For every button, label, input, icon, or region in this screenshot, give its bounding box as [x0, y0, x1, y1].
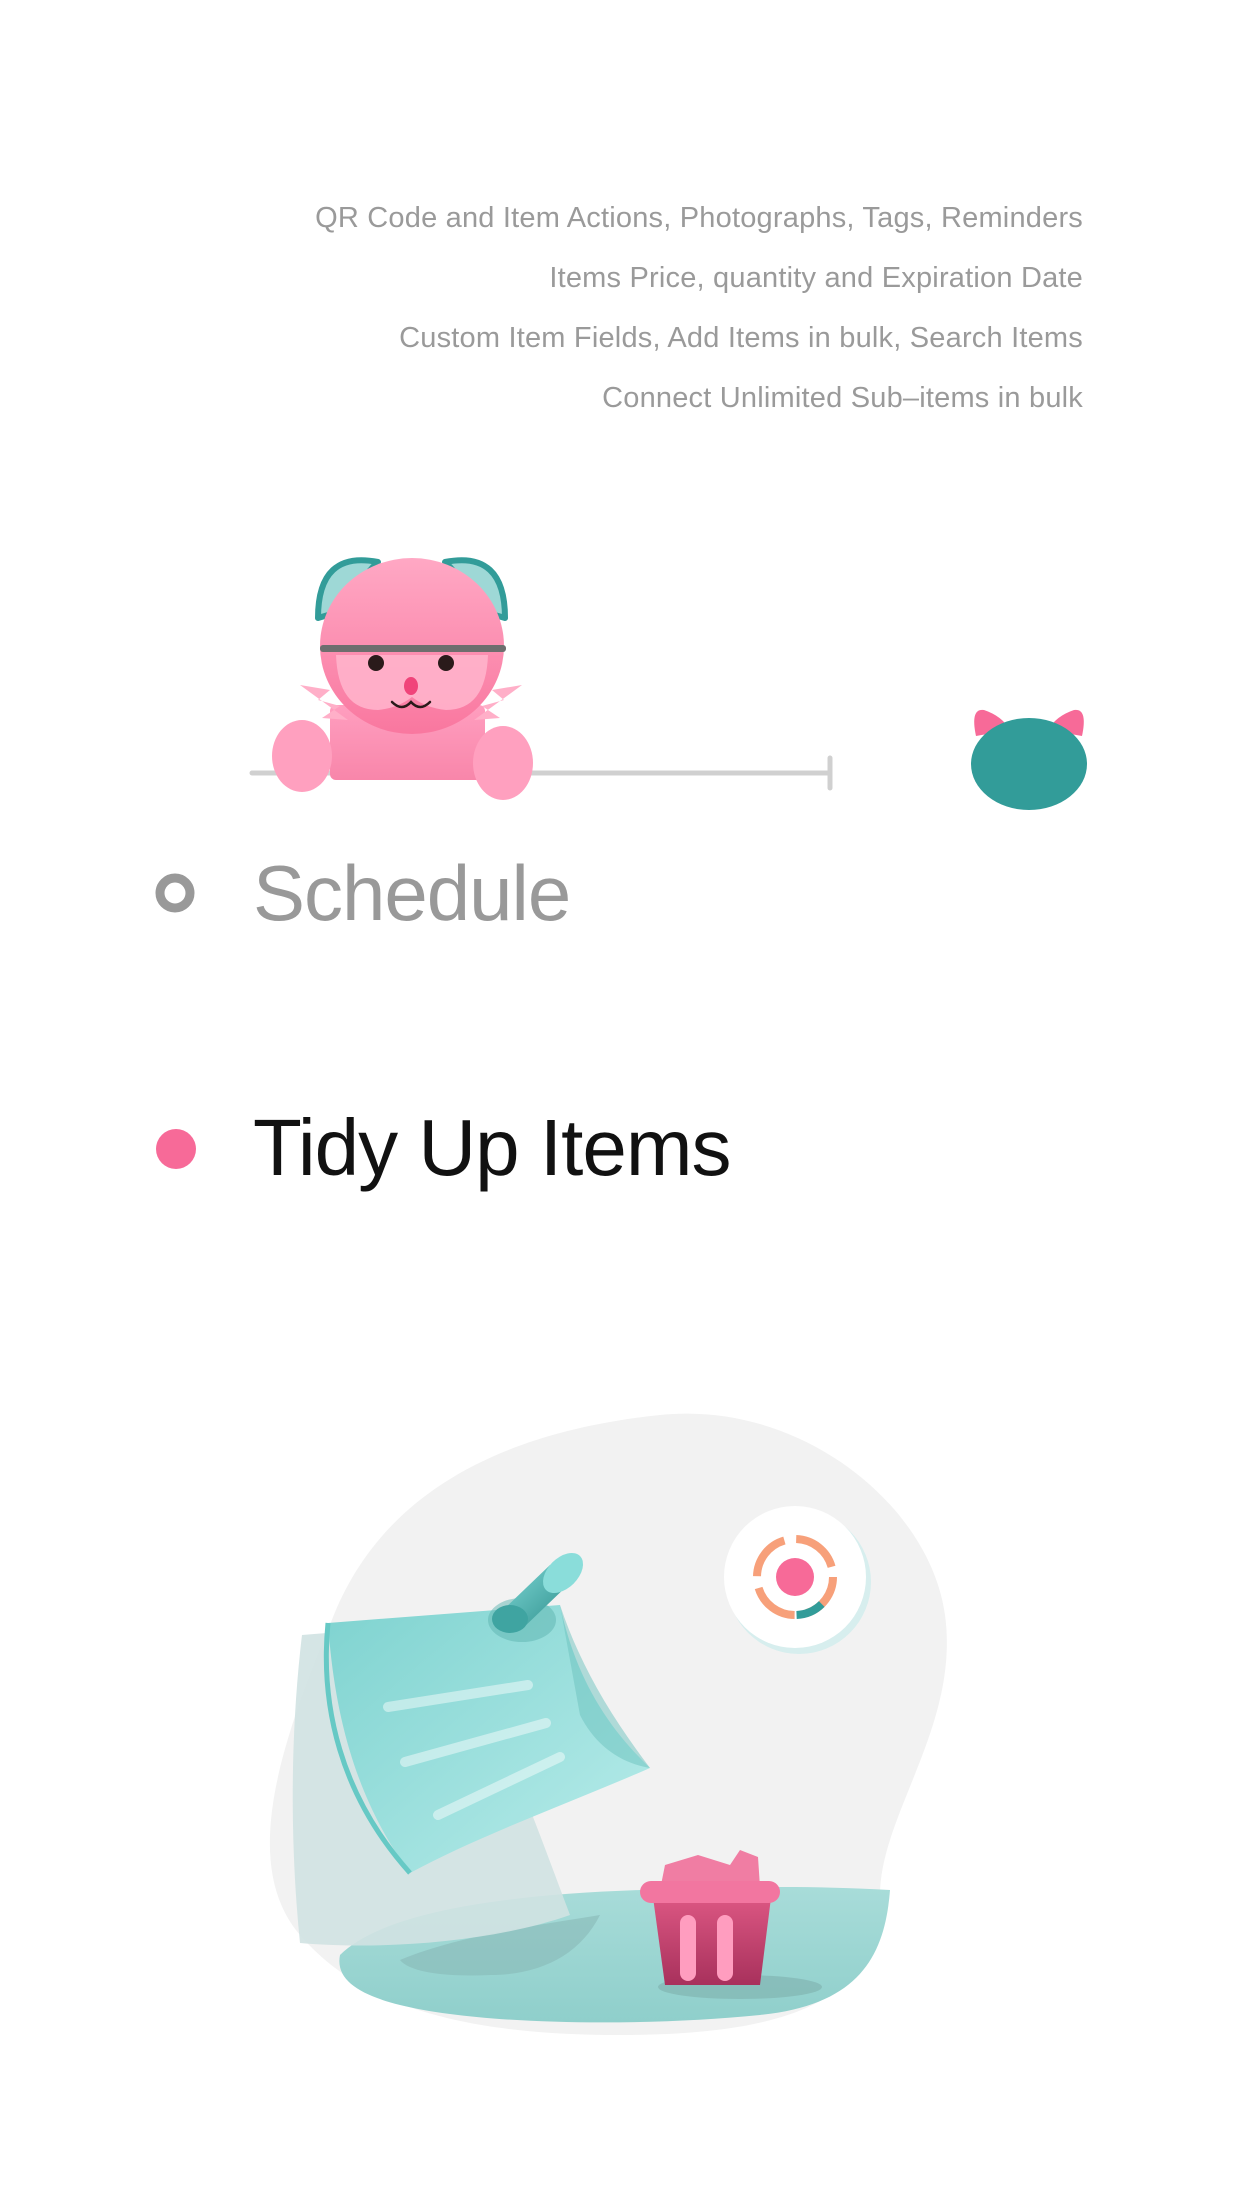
- teal-cat-head-icon: [971, 709, 1087, 810]
- active-dot-icon: [156, 1129, 196, 1169]
- feature-line-qr: QR Code and Item Actions, Photographs, T…: [315, 202, 1083, 234]
- feature-line-custom-fields: Custom Item Fields, Add Items in bulk, S…: [399, 322, 1083, 354]
- menu-item-tidy-up-items[interactable]: Tidy Up Items: [0, 1093, 1242, 1203]
- menu-label-schedule: Schedule: [253, 849, 571, 937]
- feature-line-price: Items Price, quantity and Expiration Dat…: [549, 262, 1083, 294]
- menu-label-tidy-up: Tidy Up Items: [253, 1103, 731, 1192]
- mascot-slider[interactable]: [0, 520, 1242, 830]
- inactive-radio-icon: [155, 873, 195, 913]
- feature-list: QR Code and Item Actions, Photographs, T…: [183, 188, 1083, 428]
- menu-item-schedule[interactable]: Schedule: [0, 838, 1242, 948]
- tidy-up-illustration: [269, 1413, 947, 2035]
- pink-cat-icon[interactable]: [272, 557, 533, 800]
- feature-line-sub-items: Connect Unlimited Sub–items in bulk: [602, 382, 1083, 414]
